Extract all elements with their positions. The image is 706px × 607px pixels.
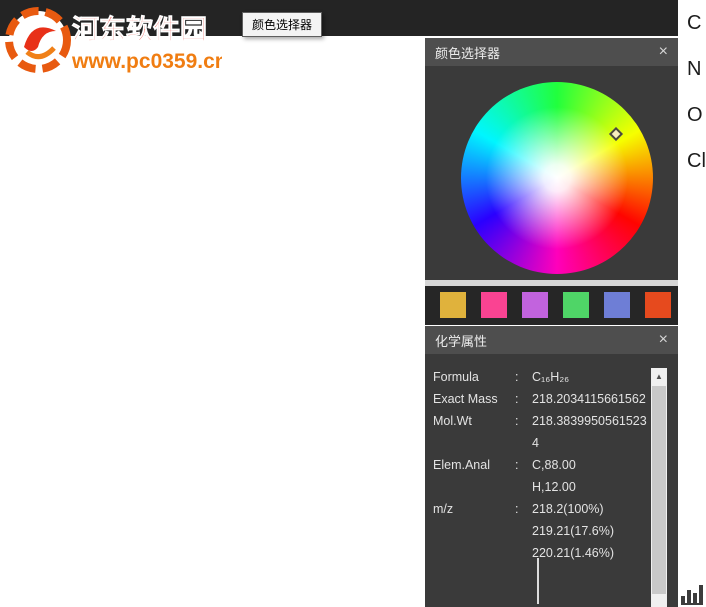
element-button-c[interactable]: C [678,0,706,46]
color-swatch-pink[interactable] [481,292,507,318]
color-swatch-blue[interactable] [604,292,630,318]
color-swatch-yellow[interactable] [440,292,466,318]
chem-properties-header: 化学属性 × [425,326,678,354]
color-wheel[interactable] [461,82,653,274]
swatch-row [425,286,678,325]
chem-properties-body: Formula : C₁₆H₂₆ Exact Mass : 218.203411… [425,354,678,607]
property-colon: : [515,502,519,516]
element-button-n[interactable]: N [678,46,706,92]
property-row-mol-wt: Mol.Wt : 218.3839950561523 4 [433,410,678,454]
color-wheel-marker[interactable] [608,126,624,142]
property-row-formula: Formula : C₁₆H₂₆ [433,366,678,388]
property-colon: : [515,392,519,406]
text-caret [537,558,539,604]
property-row-exact-mass: Exact Mass : 218.2034115661562 [433,388,678,410]
chem-properties-title: 化学属性 [435,333,488,349]
color-swatch-red[interactable] [645,292,671,318]
scroll-up-icon[interactable]: ▲ [651,368,667,385]
color-picker-panel: 颜色选择器 × [425,38,678,325]
property-row-mz: m/z : 218.2(100%) 219.21(17.6%) 220.21(1… [433,498,678,564]
color-picker-header: 颜色选择器 × [425,38,678,66]
vertical-scrollbar[interactable]: ▲ [651,368,667,607]
color-swatch-purple[interactable] [522,292,548,318]
element-button-cl[interactable]: Cl [678,138,706,184]
close-icon[interactable]: × [659,44,668,60]
color-picker-title: 颜色选择器 [435,45,501,61]
color-wheel-area [425,66,678,280]
color-swatch-green[interactable] [563,292,589,318]
property-label: Formula [433,370,479,384]
property-label: Exact Mass [433,392,498,406]
property-row-elem-anal: Elem.Anal : C,88.00 H,12.00 [433,454,678,498]
element-toolbar: C N O Cl [678,0,706,607]
element-button-o[interactable]: O [678,92,706,138]
tooltip: 颜色选择器 [242,12,323,37]
property-colon: : [515,414,519,428]
property-colon: : [515,458,519,472]
scrollbar-thumb[interactable] [652,386,666,594]
close-icon[interactable]: × [659,332,668,348]
property-label: Elem.Anal [433,458,490,472]
chart-icon[interactable] [679,576,706,606]
property-label: Mol.Wt [433,414,472,428]
chemical-properties-panel: 化学属性 × Formula : C₁₆H₂₆ Exact Mass : 218… [425,326,678,607]
property-label: m/z [433,502,454,516]
property-colon: : [515,370,519,384]
top-toolbar [0,0,678,36]
